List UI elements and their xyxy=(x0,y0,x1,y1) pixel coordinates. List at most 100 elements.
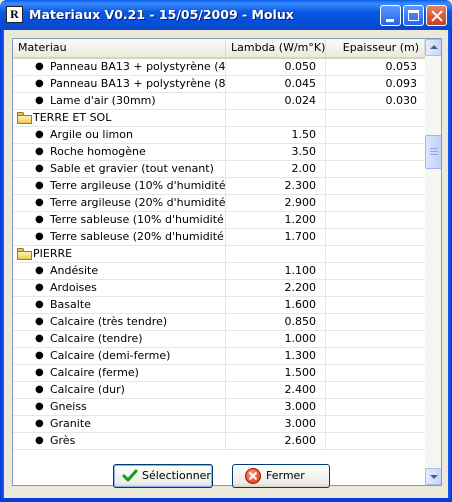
bullet-icon: ● xyxy=(35,350,44,361)
bullet-icon: ● xyxy=(35,231,44,242)
bullet-icon: ● xyxy=(35,163,44,174)
table-row[interactable]: ● Terre sableuse (20% d'humidité) 1.700 xyxy=(13,229,425,246)
cell-material: ● Granite xyxy=(13,416,226,432)
close-window-button[interactable] xyxy=(426,5,447,26)
category-row[interactable]: PIERRE xyxy=(13,246,425,263)
material-name: Argile ou limon xyxy=(50,128,133,141)
arrow-up-icon xyxy=(430,45,438,49)
cell-lambda: 2.200 xyxy=(226,280,326,296)
minimize-button[interactable] xyxy=(380,5,401,26)
bullet-icon: ● xyxy=(35,316,44,327)
cell-material: ● Ardoises xyxy=(13,280,226,296)
bullet-icon: ● xyxy=(35,265,44,276)
material-name: Gneiss xyxy=(50,400,87,413)
cell-lambda: 1.300 xyxy=(226,348,326,364)
scroll-thumb[interactable] xyxy=(425,135,441,169)
table-row[interactable]: ● Sable et gravier (tout venant) 2.00 xyxy=(13,161,425,178)
cell-lambda: 1.100 xyxy=(226,263,326,279)
cell-material: ● Terre argileuse (10% d'humidité) xyxy=(13,178,226,194)
table-row[interactable]: ● Lame d'air (30mm) 0.024 0.030 xyxy=(13,93,425,110)
cell-thickness xyxy=(326,433,425,449)
cell-material: ● Basalte xyxy=(13,297,226,313)
cell-lambda: 0.045 xyxy=(226,76,326,92)
table-row[interactable]: ● Roche homogène 3.50 xyxy=(13,144,425,161)
cell-material: PIERRE xyxy=(13,246,226,262)
cell-thickness: 0.053 xyxy=(385,60,418,73)
cell-lambda: 1.600 xyxy=(226,297,326,313)
window-border-right xyxy=(448,30,452,502)
cell-thickness xyxy=(326,212,425,228)
table-row[interactable]: ● Basalte 1.600 xyxy=(13,297,425,314)
list-rows: ● Panneau BA13 + polystyrène (40... 0.050 0… xyxy=(13,59,425,450)
table-row[interactable]: ● Argile ou limon 1.50 xyxy=(13,127,425,144)
list-header: Materiau Lambda (W/m°K) Epaisseur (m) xyxy=(13,39,425,59)
close-button[interactable]: Fermer xyxy=(232,464,330,488)
category-label: PIERRE xyxy=(33,247,73,260)
bullet-icon: ● xyxy=(35,435,44,446)
cell-lambda: 2.600 xyxy=(226,433,326,449)
bullet-icon: ● xyxy=(35,61,44,72)
cell-material: ● Lame d'air (30mm) xyxy=(13,93,226,109)
table-row[interactable]: ● Terre argileuse (20% d'humidité) 2.900 xyxy=(13,195,425,212)
table-row[interactable]: ● Calcaire (demi-ferme) 1.300 xyxy=(13,348,425,365)
cell-thickness xyxy=(326,297,425,313)
title-bar[interactable]: R Materiaux V0.21 - 15/05/2009 - Molux xyxy=(0,0,452,30)
dialog-body: Materiau Lambda (W/m°K) Epaisseur (m) ● P… xyxy=(4,30,448,498)
table-row[interactable]: ● Calcaire (ferme) 1.500 xyxy=(13,365,425,382)
cell-lambda: 2.300 xyxy=(226,178,326,194)
cell-thickness xyxy=(326,348,425,364)
column-header-material[interactable]: Materiau xyxy=(13,39,226,57)
material-name: Andésite xyxy=(50,264,99,277)
vertical-scrollbar[interactable] xyxy=(425,39,441,485)
material-name: Calcaire (très tendre) xyxy=(50,315,168,328)
cell-lambda: 0.050 xyxy=(226,59,326,75)
close-button-label: Fermer xyxy=(266,469,305,482)
category-row[interactable]: TERRE ET SOL xyxy=(13,110,425,127)
select-button-label: Sélectionner xyxy=(142,469,211,482)
cell-thickness: 0.030 xyxy=(385,94,418,107)
table-row[interactable]: ● Terre argileuse (10% d'humidité) 2.300 xyxy=(13,178,425,195)
bullet-icon: ● xyxy=(35,180,44,191)
table-row[interactable]: ● Andésite 1.100 xyxy=(13,263,425,280)
cell-thickness xyxy=(326,195,425,211)
cell-material: ● Calcaire (dur) xyxy=(13,382,226,398)
column-header-thickness[interactable]: Epaisseur (m) xyxy=(326,39,425,57)
cell-material: ● Sable et gravier (tout venant) xyxy=(13,161,226,177)
scroll-down-button[interactable] xyxy=(425,468,441,485)
material-name: Roche homogène xyxy=(50,145,146,158)
bullet-icon: ● xyxy=(35,78,44,89)
materials-list[interactable]: Materiau Lambda (W/m°K) Epaisseur (m) ● P… xyxy=(12,38,442,486)
cell-thickness xyxy=(326,246,425,262)
material-name: Terre argileuse (20% d'humidité) xyxy=(50,196,226,209)
column-header-lambda[interactable]: Lambda (W/m°K) xyxy=(226,39,326,57)
table-row[interactable]: ● Gneiss 3.000 xyxy=(13,399,425,416)
table-row[interactable]: ● Calcaire (très tendre) 0.850 xyxy=(13,314,425,331)
material-name: Basalte xyxy=(50,298,91,311)
select-button[interactable]: Sélectionner xyxy=(113,464,213,488)
bullet-icon: ● xyxy=(35,197,44,208)
grip-line xyxy=(430,148,438,149)
cell-material: ● Calcaire (très tendre) xyxy=(13,314,226,330)
material-name: Calcaire (tendre) xyxy=(50,332,143,345)
table-row[interactable]: ● Ardoises 2.200 xyxy=(13,280,425,297)
material-name: Grès xyxy=(50,434,76,447)
cell-thickness xyxy=(326,144,425,160)
material-name: Granite xyxy=(50,417,91,430)
material-name: Lame d'air (30mm) xyxy=(50,94,156,107)
maximize-button[interactable] xyxy=(403,5,424,26)
table-row[interactable]: ● Panneau BA13 + polystyrène (40... 0.050 0… xyxy=(13,59,425,76)
table-row[interactable]: ● Calcaire (dur) 2.400 xyxy=(13,382,425,399)
cell-lambda xyxy=(226,110,326,126)
table-row[interactable]: ● Calcaire (tendre) 1.000 xyxy=(13,331,425,348)
table-row[interactable]: ● Granite 3.000 xyxy=(13,416,425,433)
cell-thickness: 0.093 xyxy=(385,77,418,90)
material-name: Ardoises xyxy=(50,281,97,294)
cell-lambda: 1.500 xyxy=(226,365,326,381)
scroll-up-button[interactable] xyxy=(425,39,441,56)
cell-material: ● Argile ou limon xyxy=(13,127,226,143)
table-row[interactable]: ● Grès 2.600 xyxy=(13,433,425,450)
table-row[interactable]: ● Terre sableuse (10% d'humidité) 1.200 xyxy=(13,212,425,229)
bullet-icon: ● xyxy=(35,299,44,310)
window-frame: R Materiaux V0.21 - 15/05/2009 - Molux M… xyxy=(0,0,452,502)
table-row[interactable]: ● Panneau BA13 + polystyrène (80... 0.045 0… xyxy=(13,76,425,93)
